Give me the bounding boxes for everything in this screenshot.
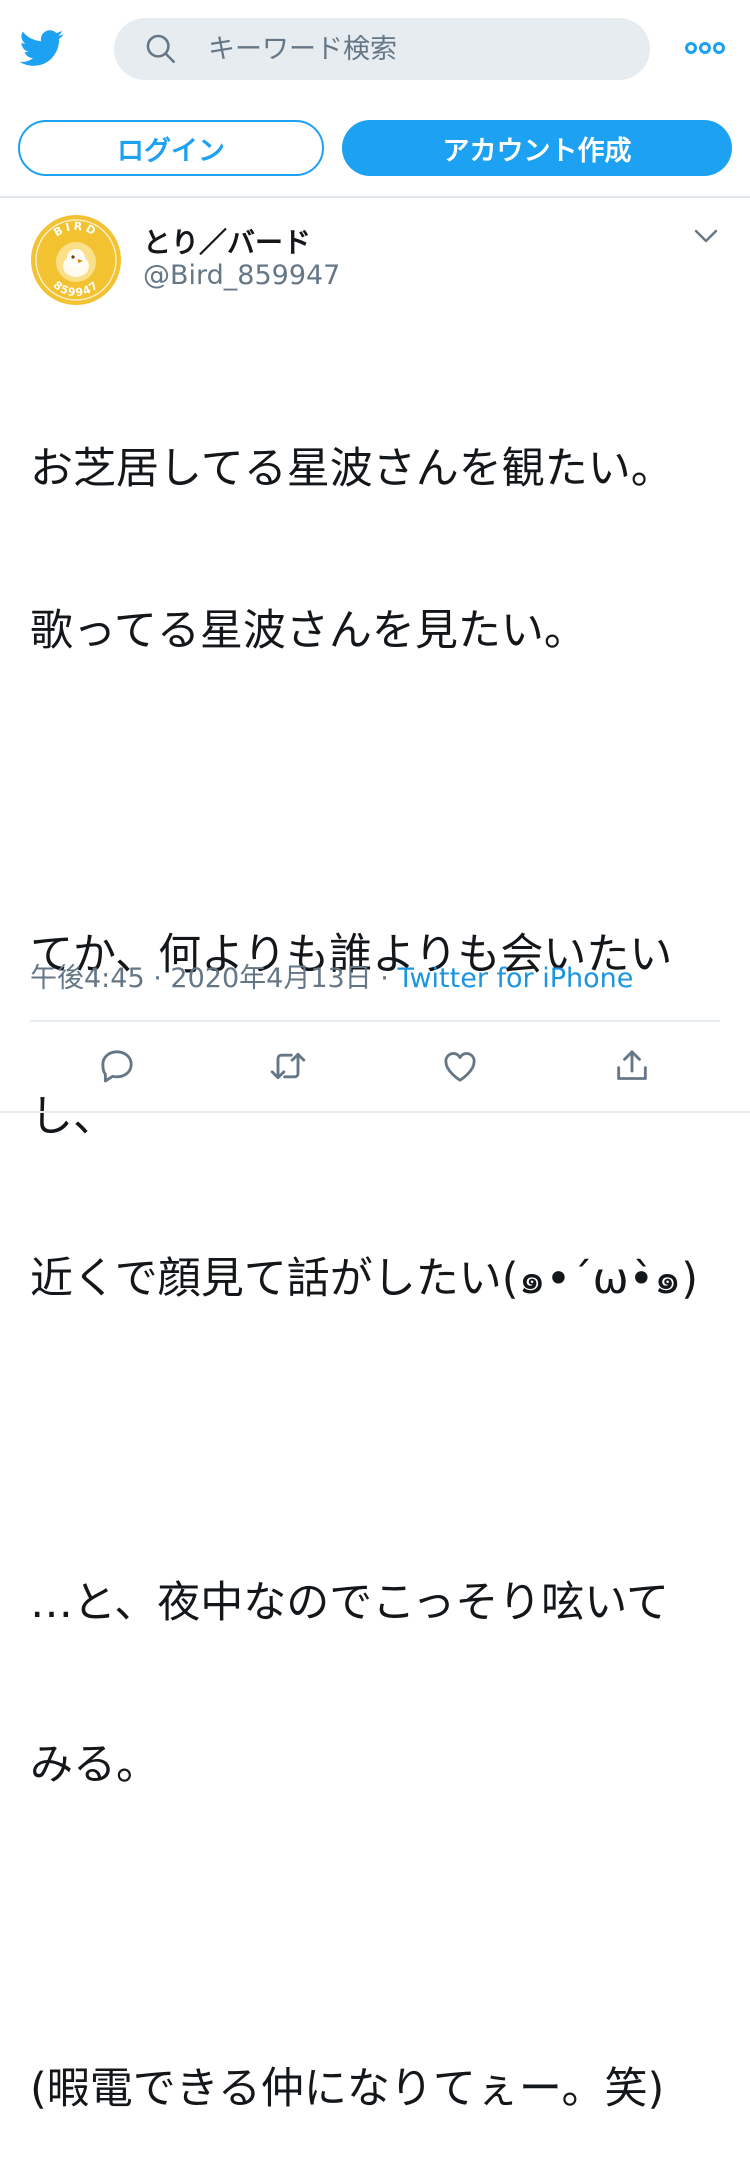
author-name[interactable]: とり／バード	[143, 221, 311, 261]
retweet-icon[interactable]	[268, 1046, 308, 1086]
divider	[0, 196, 750, 198]
top-bar	[0, 0, 750, 100]
signup-button[interactable]: アカウント作成	[342, 120, 732, 176]
tweet-line: 近くで顔見て話がしたい(๑•´ω•̀๑)	[30, 1254, 699, 1304]
avatar[interactable]: BIRD 859947	[30, 214, 122, 306]
meta-separator: ·	[380, 963, 389, 994]
tweet-time[interactable]: 午後4:45	[30, 963, 145, 994]
login-button[interactable]: ログイン	[18, 120, 324, 176]
twitter-bird-icon[interactable]	[18, 26, 66, 70]
tweet-source-link[interactable]: Twitter for iPhone	[397, 963, 633, 994]
share-icon[interactable]	[612, 1046, 652, 1086]
search-input[interactable]	[208, 18, 628, 80]
tweet-line: …と、夜中なのでこっそり呟いて	[30, 1578, 669, 1628]
search-icon	[146, 34, 176, 64]
more-dots-icon[interactable]	[684, 36, 726, 60]
chevron-down-icon[interactable]	[692, 224, 720, 248]
tweet-line: お芝居してる星波さんを観たい。	[30, 444, 674, 494]
tweet-text: お芝居してる星波さんを観たい。 歌ってる星波さんを見たい。 てか、何よりも誰より…	[30, 334, 720, 2170]
search-bar[interactable]	[114, 18, 650, 80]
tweet-date[interactable]: 2020年4月13日	[170, 963, 371, 994]
tweet-line: し、	[30, 1092, 116, 1142]
meta-separator: ·	[153, 963, 162, 994]
like-icon[interactable]	[440, 1046, 480, 1086]
divider	[30, 1020, 720, 1022]
reply-icon[interactable]	[97, 1046, 137, 1086]
tweet-meta: 午後4:45 · 2020年4月13日 · Twitter for iPhone	[30, 956, 633, 995]
author-handle[interactable]: @Bird_859947	[143, 260, 340, 291]
tweet-line: みる。	[30, 1740, 159, 1790]
tweet-line: 歌ってる星波さんを見たい。	[30, 606, 587, 656]
tweet-line: (暇電できる仲になりてぇー。笑)	[30, 2064, 665, 2114]
divider	[0, 1111, 750, 1113]
